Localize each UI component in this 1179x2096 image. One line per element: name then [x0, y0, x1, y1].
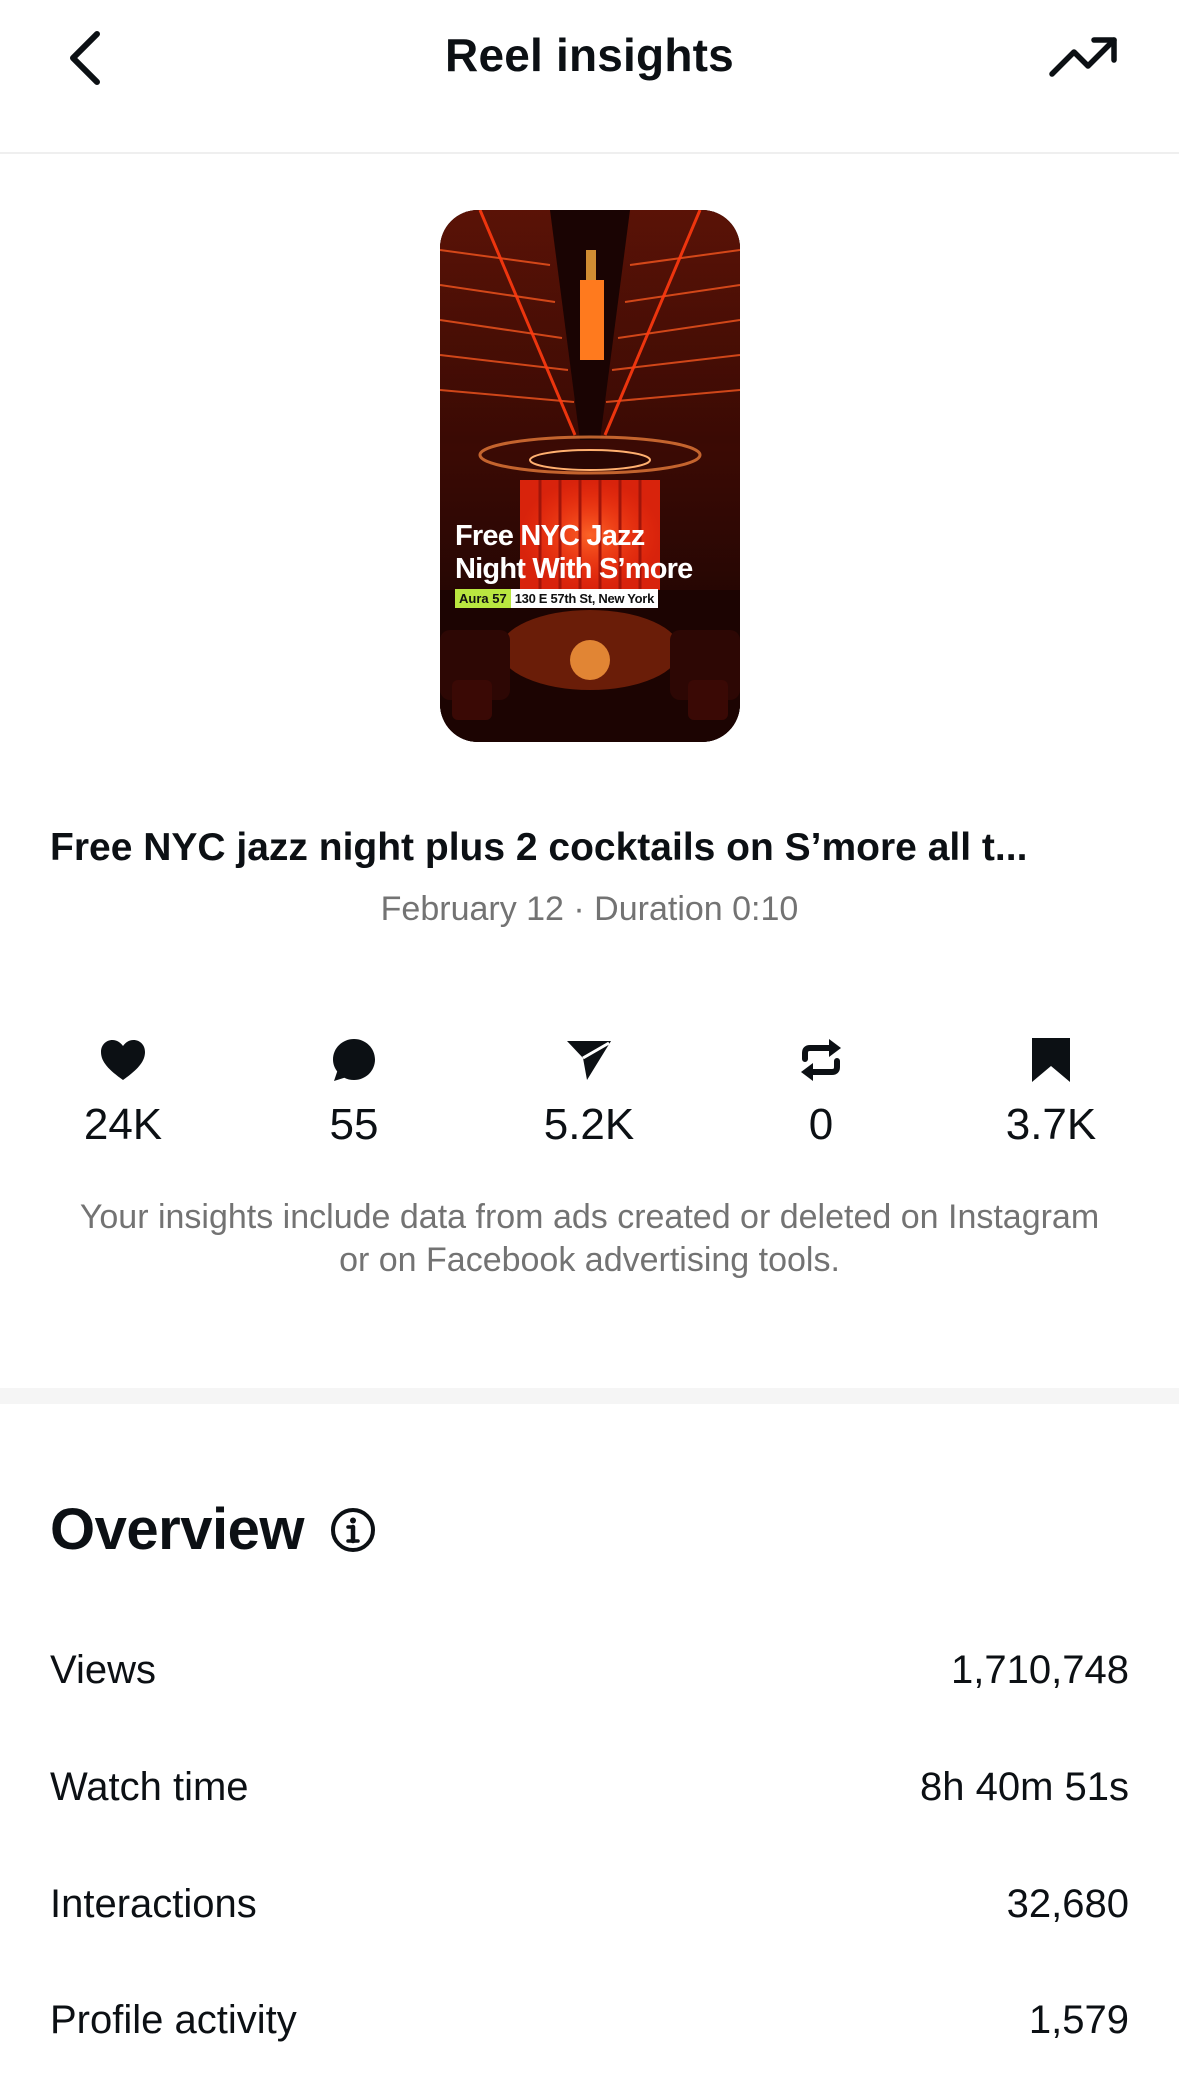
- overview-header: Overview: [50, 1496, 376, 1563]
- section-divider: [0, 1388, 1179, 1404]
- metric-value: 1,710,748: [951, 1647, 1129, 1692]
- likes-stat: 24K: [23, 1032, 223, 1150]
- heart-icon: [101, 1040, 145, 1080]
- comments-stat: 55: [254, 1032, 454, 1150]
- shares-stat: 5.2K: [489, 1032, 689, 1150]
- reel-cover-image: [440, 210, 740, 742]
- share-icon: [567, 1041, 611, 1080]
- location-tag: Aura 57 130 E 57th St, New York: [455, 589, 735, 608]
- bookmark-icon: [1032, 1038, 1070, 1082]
- reel-thumbnail[interactable]: Free NYC Jazz Night With S’more Aura 57 …: [440, 210, 740, 742]
- engagement-stats: 24K 55 5.2K 0 3.7K: [0, 1032, 1179, 1152]
- top-bar: Reel insights: [0, 0, 1179, 154]
- reposts-count: 0: [808, 1100, 834, 1149]
- venue-label: Aura 57: [455, 589, 511, 608]
- comment-icon: [333, 1039, 375, 1081]
- metric-value: 1,579: [1028, 1997, 1129, 2042]
- metric-label: Views: [50, 1647, 156, 1692]
- repost-icon: [801, 1039, 841, 1081]
- metric-value: 32,680: [1006, 1881, 1129, 1926]
- overlay-line-1: Free NYC Jazz: [455, 520, 645, 552]
- saves-stat: 3.7K: [951, 1032, 1151, 1150]
- address-label: 130 E 57th St, New York: [510, 589, 658, 608]
- info-icon: [330, 1507, 375, 1552]
- metric-label: Watch time: [50, 1764, 249, 1809]
- overview-title: Overview: [50, 1497, 304, 1562]
- comments-count: 55: [329, 1100, 379, 1149]
- reel-title: Free NYC jazz night plus 2 cocktails on …: [50, 826, 1028, 869]
- likes-count: 24K: [83, 1100, 163, 1149]
- page-title: Reel insights: [445, 29, 734, 81]
- metric-row-interactions[interactable]: Interactions 32,680: [50, 1874, 1129, 1934]
- metric-label: Interactions: [50, 1881, 257, 1926]
- ads-disclaimer: Your insights include data from ads crea…: [79, 1198, 1100, 1279]
- metric-row-profile-activity[interactable]: Profile activity 1,579: [50, 1990, 1129, 2050]
- overlay-line-2: Night With S’more: [455, 553, 693, 585]
- metric-row-views[interactable]: Views 1,710,748: [50, 1640, 1129, 1700]
- metric-value: 8h 40m 51s: [919, 1764, 1129, 1809]
- reel-meta: February 12 · Duration 0:10: [380, 890, 799, 928]
- reel-overlay-text: Free NYC Jazz Night With S’more Aura 57 …: [455, 520, 735, 608]
- trends-button[interactable]: [1039, 20, 1129, 96]
- metric-row-watch-time[interactable]: Watch time 8h 40m 51s: [50, 1757, 1129, 1817]
- trending-up-icon: [1049, 37, 1117, 77]
- reposts-stat: 0: [721, 1032, 921, 1150]
- saves-count: 3.7K: [1005, 1100, 1097, 1149]
- shares-count: 5.2K: [543, 1100, 635, 1149]
- info-button[interactable]: [330, 1507, 376, 1553]
- metric-label: Profile activity: [50, 1997, 297, 2042]
